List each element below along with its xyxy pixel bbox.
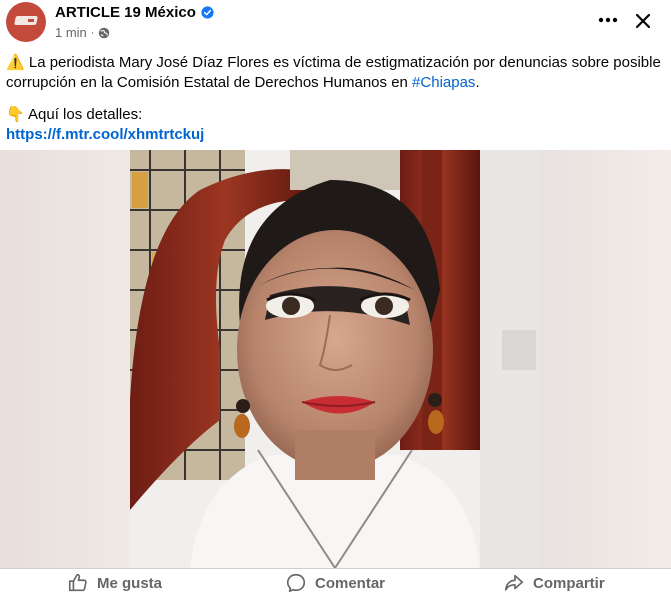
share-button[interactable]: Compartir: [503, 572, 605, 594]
like-label: Me gusta: [97, 574, 163, 592]
post-timestamp[interactable]: 1 min: [55, 25, 87, 40]
close-icon[interactable]: [630, 8, 656, 34]
comment-bubble-icon: [286, 573, 306, 593]
meta-separator: ·: [90, 26, 95, 39]
thumbs-up-icon: [68, 573, 87, 592]
link-line: https://f.mtr.cool/xhmtrtckuj: [6, 125, 661, 145]
details-text: Aquí los detalles:: [24, 106, 143, 123]
page-avatar[interactable]: [6, 2, 46, 42]
post-paragraph: ⚠️ La periodista Mary José Díaz Flores e…: [6, 54, 661, 91]
post-meta: 1 min ·: [55, 25, 110, 40]
post-link[interactable]: https://f.mtr.cool/xhmtrtckuj: [6, 126, 204, 143]
globe-icon[interactable]: [98, 27, 110, 39]
like-button[interactable]: Me gusta: [67, 572, 162, 594]
share-arrow-icon: [504, 574, 524, 591]
details-line: 👇 Aquí los detalles:: [6, 105, 661, 125]
page-name[interactable]: ARTICLE 19 México: [55, 4, 196, 21]
hashtag-link[interactable]: #Chiapas: [412, 74, 475, 91]
verified-badge-icon: [201, 6, 214, 19]
post-photo-area[interactable]: [0, 150, 671, 568]
pointing-down-icon: 👇: [6, 106, 25, 123]
post-header: ARTICLE 19 México 1 min ·: [0, 0, 671, 46]
comment-label: Comentar: [315, 574, 386, 592]
article19-logo-mark: [14, 16, 38, 25]
post-text-main: La periodista Mary José Díaz Flores es v…: [6, 54, 661, 91]
more-options-icon[interactable]: [592, 8, 624, 32]
post-body: ⚠️ La periodista Mary José Díaz Flores e…: [6, 53, 661, 145]
comment-button[interactable]: Comentar: [285, 572, 385, 594]
post-actions: Me gusta Comentar Compartir: [0, 568, 671, 599]
warning-icon: ⚠️: [6, 54, 25, 71]
share-label: Compartir: [533, 574, 605, 592]
post-photo[interactable]: [130, 150, 540, 568]
page-name-row: ARTICLE 19 México: [55, 4, 214, 21]
portrait-photo: [130, 150, 540, 568]
